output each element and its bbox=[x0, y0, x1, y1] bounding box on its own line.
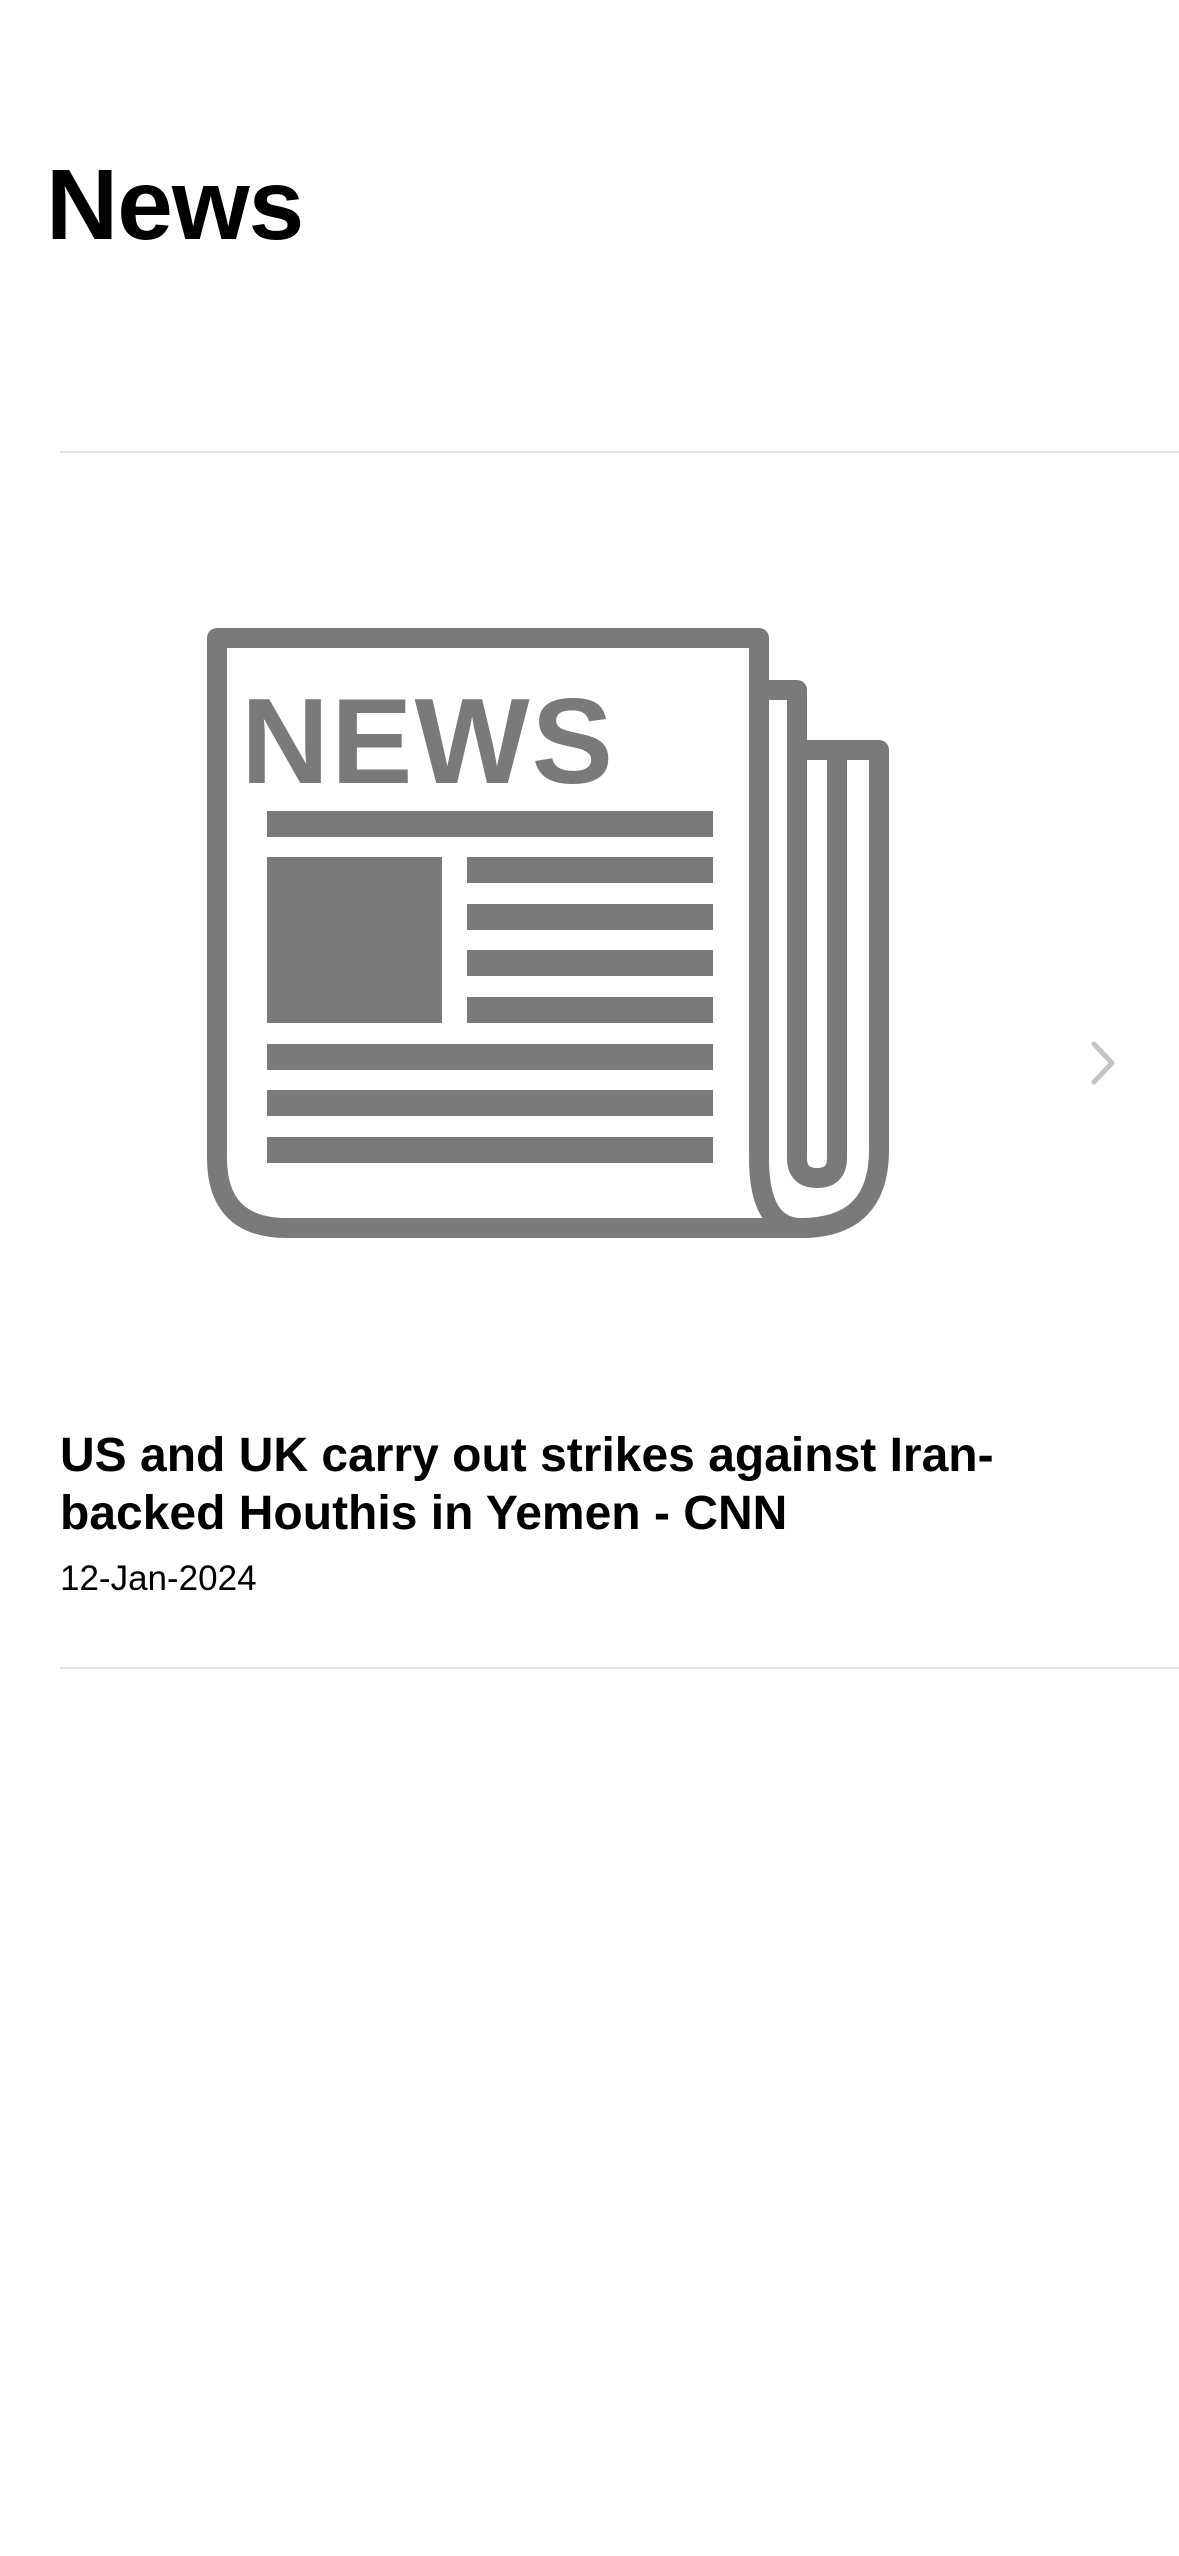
newspaper-icon: NEWS bbox=[207, 628, 919, 1238]
list-divider-bottom bbox=[60, 1667, 1179, 1669]
chevron-right-icon bbox=[1088, 1038, 1118, 1088]
news-list-item[interactable]: NEWS US and UK carry out strikes against… bbox=[0, 453, 1179, 1667]
newspaper-icon-label: NEWS bbox=[241, 673, 615, 809]
news-headline: US and UK carry out strikes against Iran… bbox=[60, 1429, 994, 1540]
page-title: News bbox=[46, 149, 304, 261]
news-date: 12-Jan-2024 bbox=[60, 1559, 257, 1598]
